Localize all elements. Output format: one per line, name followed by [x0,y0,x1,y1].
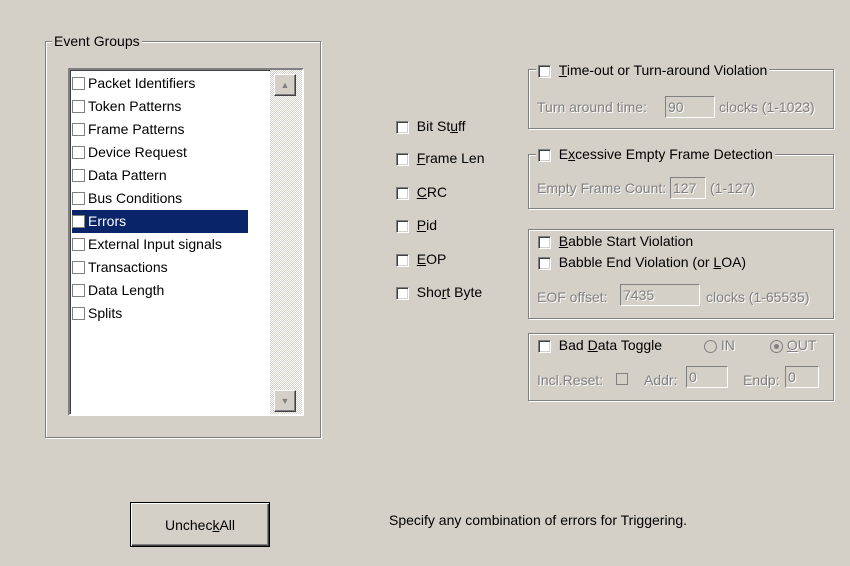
checkbox[interactable] [538,256,551,270]
list-item-selected[interactable]: Errors [72,210,248,233]
checkbox[interactable] [396,120,409,134]
list-item[interactable]: Transactions [72,256,168,279]
trigger-hint-text: Specify any combination of errors for Tr… [389,512,688,528]
list-item-checkbox[interactable] [72,215,85,228]
list-item[interactable]: Bus Conditions [72,187,182,210]
event-groups-title: Event Groups [52,33,142,49]
checkbox[interactable] [396,253,409,267]
uncheck-all-button[interactable]: Unchec k All [130,502,270,547]
bit-stuff-checkbox[interactable]: Bit Stuff [396,118,466,134]
crc-checkbox[interactable]: CRC [396,184,447,200]
list-item-checkbox[interactable] [72,307,85,320]
checkbox[interactable] [538,64,551,78]
out-radio[interactable]: OUT [770,337,816,353]
list-item-checkbox[interactable] [72,100,85,113]
endp-field[interactable]: 0 [785,366,819,388]
checkbox[interactable] [396,286,409,300]
checkbox[interactable] [396,219,409,233]
down-arrow-icon: ▼ [280,396,290,406]
turn-around-time-field[interactable]: 90 [665,96,715,118]
empty-frame-checkbox[interactable]: Excessive Empty Frame Detection [536,146,775,162]
eof-offset-label: EOF offset: [537,289,608,305]
list-item-checkbox[interactable] [72,238,85,251]
list-item-checkbox[interactable] [72,192,85,205]
radio-icon [704,339,717,353]
babble-start-checkbox[interactable]: Babble Start Violation [538,233,694,249]
babble-end-checkbox[interactable]: Babble End Violation (or LOA) [538,254,746,270]
list-scrollbar[interactable] [270,70,302,414]
endp-label: Endp: [743,372,780,388]
list-item-checkbox[interactable] [72,146,85,159]
frame-len-checkbox[interactable]: Frame Len [396,150,485,166]
empty-frame-count-label: Empty Frame Count: [537,180,667,196]
checkbox[interactable] [396,186,409,200]
pid-checkbox[interactable]: Pid [396,217,437,233]
eof-offset-units: clocks (1-65535) [706,289,810,305]
in-radio[interactable]: IN [704,337,735,353]
list-item[interactable]: Device Request [72,141,187,164]
turn-around-time-label: Turn around time: [537,99,647,115]
list-item[interactable]: External Input signals [72,233,222,256]
event-groups-list[interactable]: Packet Identifiers Token Patterns Frame … [68,68,304,416]
empty-frame-count-field[interactable]: 127 [670,177,706,199]
list-item[interactable]: Splits [72,302,122,325]
up-arrow-icon: ▲ [280,80,290,90]
checkbox[interactable] [538,148,551,162]
eof-offset-field[interactable]: 7435 [620,284,700,306]
checkbox[interactable] [538,235,551,249]
list-item-checkbox[interactable] [72,77,85,90]
checkbox[interactable] [538,339,551,353]
radio-selected-icon [770,339,783,353]
bad-data-toggle-checkbox[interactable]: Bad Data Toggle [538,337,663,353]
list-item-checkbox[interactable] [72,284,85,297]
list-item[interactable]: Data Length [72,279,164,302]
list-item-checkbox[interactable] [72,169,85,182]
checkbox[interactable] [396,152,409,166]
incl-reset-label: Incl.Reset: [537,372,604,388]
addr-label: Addr: [644,372,678,388]
addr-field[interactable]: 0 [686,366,728,388]
list-item[interactable]: Packet Identifiers [72,72,195,95]
list-item[interactable]: Data Pattern [72,164,167,187]
empty-frame-units: (1-127) [710,180,756,196]
timeout-checkbox[interactable]: Time-out or Turn-around Violation [536,62,770,78]
scroll-down-button[interactable]: ▼ [274,390,296,412]
list-item-checkbox[interactable] [72,123,85,136]
list-item[interactable]: Frame Patterns [72,118,184,141]
list-item[interactable]: Token Patterns [72,95,181,118]
incl-reset-checkbox[interactable] [616,373,628,385]
eop-checkbox[interactable]: EOP [396,251,446,267]
list-item-checkbox[interactable] [72,261,85,274]
short-byte-checkbox[interactable]: Short Byte [396,284,482,300]
scroll-up-button[interactable]: ▲ [274,74,296,96]
turn-around-units: clocks (1-1023) [719,99,815,115]
